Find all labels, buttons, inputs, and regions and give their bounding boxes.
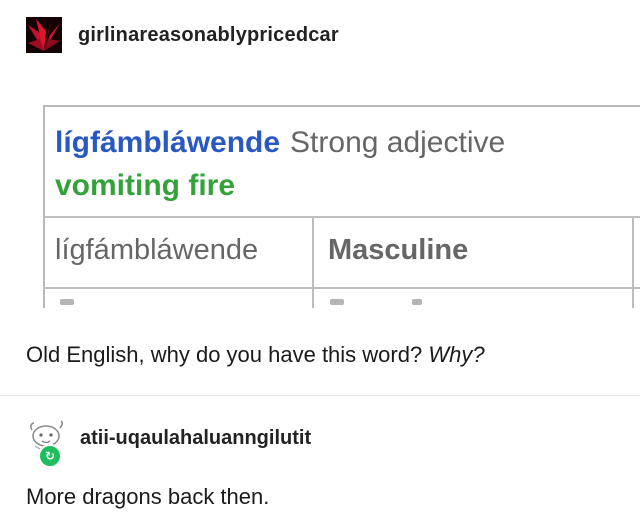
table-cell-word: lígfámbláwende [55, 234, 259, 266]
post-header: girlinareasonablypricedcar [26, 17, 339, 53]
table-divider [43, 216, 640, 218]
red-flower-icon[interactable] [26, 17, 62, 53]
post-caption: Old English, why do you have this word? … [26, 342, 485, 368]
doodle-avatar-icon[interactable]: ↻ [26, 418, 68, 468]
table-divider [43, 287, 640, 289]
dictionary-entry-heading: lígfámbláwende Strong adjective [55, 126, 505, 160]
embedded-dictionary-screenshot: lígfámbláwende Strong adjective vomiting … [0, 80, 640, 308]
post-username[interactable]: girlinareasonablypricedcar [78, 24, 339, 47]
cropped-text-fragment [412, 299, 422, 305]
table-cell-gender: Masculine [328, 234, 469, 266]
reblog-divider [0, 395, 640, 396]
caption-emphasis: Why? [428, 342, 485, 367]
dictionary-headword: lígfámbláwende [55, 126, 281, 159]
dictionary-gloss: vomiting fire [55, 169, 236, 202]
cropped-text-fragment [330, 299, 344, 305]
table-column-divider [312, 216, 314, 308]
table-column-divider [632, 216, 634, 308]
part-of-speech: Strong adjective [290, 126, 506, 159]
reblog-username[interactable]: atii-uqaulahaluanngilutit [80, 427, 311, 450]
reblog-icon: ↻ [38, 444, 62, 468]
reblog-text: More dragons back then. [26, 484, 270, 509]
reblog-header: ↻ atii-uqaulahaluanngilutit [26, 418, 311, 468]
caption-text: Old English, why do you have this word? [26, 342, 429, 367]
cropped-text-fragment [60, 299, 74, 305]
